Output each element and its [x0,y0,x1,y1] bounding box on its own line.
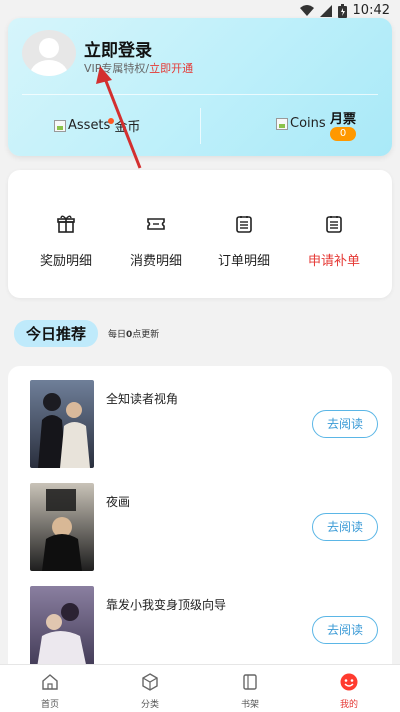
annotation-arrow [96,66,142,169]
profile-icon [340,673,358,691]
book-list: 全知读者视角 去阅读 夜画 去阅读 靠发小我变身顶级向导 去阅读 [8,366,392,676]
tab-home[interactable]: 首页 [20,673,80,710]
yuepiao-label[interactable]: 月票 [330,108,356,127]
signal-icon [319,4,332,17]
order-icon [236,216,252,233]
battery-icon [337,3,347,18]
order-icon [326,216,342,233]
read-button[interactable]: 去阅读 [312,410,378,438]
order-details-button[interactable]: 订单明细 [196,214,292,269]
section-header: 今日推荐 每日0点更新 [14,319,160,347]
divider [22,94,378,95]
menu-card: 奖励明细 消费明细 订单明细 申请补单 [8,170,392,298]
list-item[interactable]: 全知读者视角 去阅读 [8,366,392,468]
divider [200,108,201,144]
bookshelf-icon [243,674,257,690]
category-icon [142,673,158,691]
clock: 10:42 [352,3,390,18]
tab-bookshelf[interactable]: 书架 [220,673,280,710]
book-cover[interactable] [30,380,94,468]
bottom-tab-bar: 首页 分类 书架 我的 [0,664,400,712]
vip-open-link[interactable]: 立即开通 [149,62,193,75]
section-title: 今日推荐 [14,319,99,347]
avatar[interactable] [22,30,76,76]
gift-icon [57,215,75,233]
wifi-icon [299,4,314,16]
tab-profile[interactable]: 我的 [319,673,379,710]
book-cover[interactable] [30,483,94,571]
tab-category[interactable]: 分类 [120,673,180,710]
ticket-icon [147,218,165,230]
book-title: 靠发小我变身顶级向导 [106,598,227,612]
apply-supplement-order-button[interactable]: 申请补单 [286,214,382,269]
consumption-details-button[interactable]: 消费明细 [108,214,204,269]
login-title[interactable]: 立即登录 [84,36,152,61]
profile-card[interactable]: 立即登录 VIP专属特权/立即开通 Assets 金币 Coins 月票 0 [8,18,392,156]
book-title: 全知读者视角 [106,392,179,406]
read-button[interactable]: 去阅读 [312,513,378,541]
book-title: 夜画 [106,495,131,509]
reward-details-button[interactable]: 奖励明细 [18,214,114,269]
section-subtitle: 每日0点更新 [108,329,160,340]
yuepiao-count-badge: 0 [330,127,356,141]
list-item[interactable]: 靠发小我变身顶级向导 去阅读 [8,572,392,674]
coins-image[interactable]: Coins [276,116,326,134]
list-item[interactable]: 夜画 去阅读 [8,469,392,571]
read-button[interactable]: 去阅读 [312,616,378,644]
book-cover[interactable] [30,586,94,674]
home-icon [42,674,58,690]
